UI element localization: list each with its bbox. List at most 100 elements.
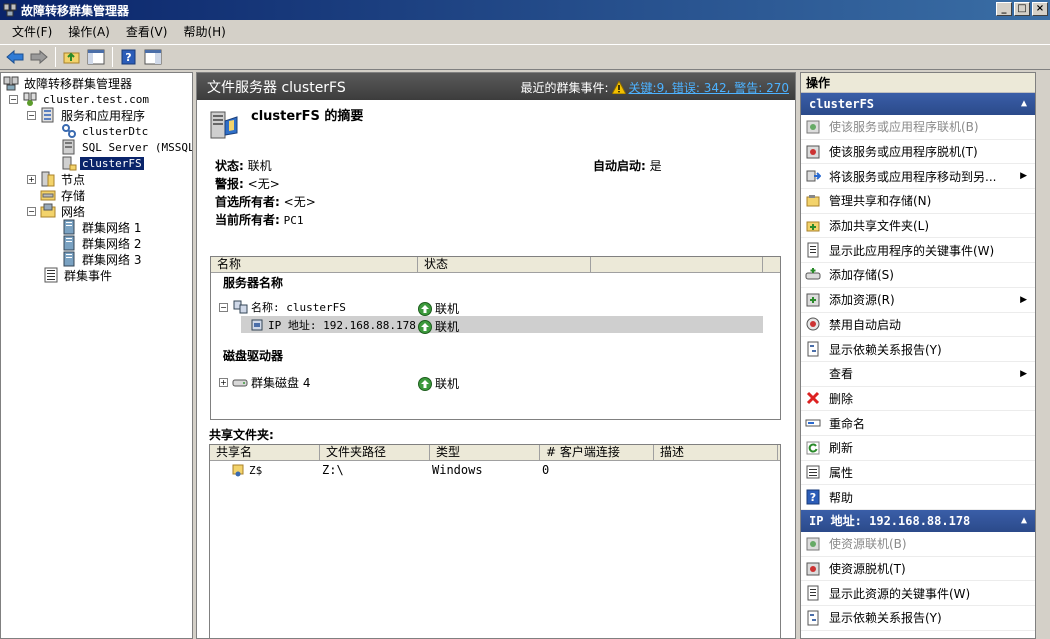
view-icon [805,366,821,382]
show-action-pane-button[interactable] [142,46,164,68]
collapse-toggle[interactable]: − [27,110,36,120]
resource-row-ip[interactable]: IP 地址: 192.168.88.178 [249,317,416,333]
recent-events-link[interactable]: 关键:9, 错误: 342, 警告: 270 [629,79,789,96]
ip-action-item[interactable]: 显示依赖关系报告(Y) [801,606,1035,631]
tree-item-networks[interactable]: − 网络 [27,203,87,219]
menu-view[interactable]: 查看(V) [118,22,176,42]
clusterfs-action-item[interactable]: 属性 [801,461,1035,486]
col-client-connections[interactable]: # 客户端连接 [540,445,654,460]
share-row[interactable]: Z$ [230,462,262,478]
tree-item-net2[interactable]: 群集网络 2 [61,235,143,251]
critical-events-icon [807,585,819,601]
status-field: 状态: 联机 [215,157,272,174]
details-title: 文件服务器 clusterFS [207,79,346,96]
network-icon [63,235,75,251]
clusterfs-action-item[interactable]: 禁用自动启动 [801,313,1035,338]
clusterfs-action-item[interactable]: 重命名 [801,411,1035,436]
tree-item-clusterfs[interactable]: clusterFS [61,155,144,171]
maximize-button[interactable]: □ [1014,2,1030,16]
action-label: 使资源脱机(T) [829,562,906,577]
window-title: 故障转移群集管理器 [21,3,130,18]
collapse-toggle[interactable]: − [9,94,18,104]
vertical-scrollbar[interactable] [1037,72,1050,639]
minimize-button[interactable]: _ [996,2,1012,16]
actions-section-ip[interactable]: IP 地址: 192.168.88.178 ▲ [801,510,1035,532]
action-label: 添加存储(S) [829,268,894,283]
col-type[interactable]: 类型 [430,445,540,460]
close-button[interactable]: × [1032,2,1048,16]
preferred-owner-label: 首选所有者: [215,195,280,209]
action-label: 添加资源(R) [829,293,895,308]
action-label: 禁用自动启动 [829,317,902,332]
ip-action-item[interactable]: 显示此资源的关键事件(W) [801,581,1035,607]
tree-item-services[interactable]: − 服务和应用程序 [27,107,147,123]
help-icon: ? [806,489,820,505]
back-button[interactable] [4,46,26,68]
tree-item-dtc[interactable]: clusterDtc [61,123,150,139]
actions-list-ip: 使资源联机(B) 使资源脱机(T) 显示此资源的关键事件(W) 显示依赖关系报告(Y) [801,532,1035,631]
clusterfs-action-item[interactable]: 添加资源(R) ▶ [801,288,1035,313]
clusterfs-action-item[interactable]: 查看 ▶ [801,362,1035,387]
file-server-icon [210,111,238,139]
clusterfs-action-item[interactable]: 使该服务或应用程序脱机(T) [801,140,1035,165]
tree-item-sql[interactable]: SQL Server (MSSQLS [61,139,192,155]
collapse-toggle[interactable]: − [27,206,36,216]
clusterfs-action-item[interactable]: 添加存储(S) [801,263,1035,288]
col-status[interactable]: 状态 [418,257,591,272]
forward-button[interactable] [28,46,50,68]
clusterfs-action-item[interactable]: 管理共享和存储(N) [801,189,1035,214]
clusterfs-action-item[interactable]: 刷新 [801,436,1035,461]
clusterfs-action-item[interactable]: 添加共享文件夹(L) [801,214,1035,239]
svg-text:?: ? [125,51,131,64]
collapse-up-icon[interactable]: ▲ [1021,93,1027,115]
console-tree-icon [87,49,105,65]
help-button[interactable]: ? [118,46,140,68]
critical-events-icon [807,242,819,258]
up-folder-button[interactable] [61,46,83,68]
tree-item-cluster[interactable]: − cluster.test.com [9,91,151,107]
clusterfs-action-item[interactable]: ? 帮助 [801,485,1035,510]
clusterfs-action-item[interactable]: 删除 [801,387,1035,412]
show-hide-tree-button[interactable] [85,46,107,68]
col-description[interactable]: 描述 [654,445,778,460]
ip-action-item[interactable]: 使资源联机(B) [801,532,1035,557]
menu-file[interactable]: 文件(F) [4,22,60,42]
tree-item-events[interactable]: 群集事件 [43,267,114,283]
collapse-toggle[interactable]: − [219,302,228,312]
menu-help[interactable]: 帮助(H) [175,22,233,42]
tree-item-net3[interactable]: 群集网络 3 [61,251,143,267]
tree-item-net1[interactable]: 群集网络 1 [61,219,143,235]
action-label: 使该服务或应用程序脱机(T) [829,145,978,160]
resource-row-name[interactable]: − 名称: clusterFS [219,299,346,315]
action-label: 显示此应用程序的关键事件(W) [829,243,995,258]
ip-action-item[interactable]: 使资源脱机(T) [801,557,1035,582]
delete-icon [806,392,820,405]
col-name[interactable]: 名称 [211,257,418,272]
clusterfs-action-item[interactable]: 显示此应用程序的关键事件(W) [801,238,1035,264]
menu-action[interactable]: 操作(A) [60,22,118,42]
resource-row-disk[interactable]: + 群集磁盘 4 [219,374,310,391]
online-arrow-icon [418,376,432,391]
resource-disk-status: 联机 [418,375,459,392]
resource-disk-status-text: 联机 [435,377,460,391]
clusterfs-action-item[interactable]: 显示依赖关系报告(Y) [801,337,1035,362]
action-label: 管理共享和存储(N) [829,194,932,209]
clusterfs-action-item[interactable]: 将该服务或应用程序移动到另... ▶ [801,164,1035,190]
tree-item-storage[interactable]: 存储 [40,187,87,203]
recent-events: 最近的群集事件: 关键:9, 错误: 342, 警告: 270 [520,79,789,96]
alert-field: 警报: <无> [215,175,280,192]
expand-toggle[interactable]: + [219,378,228,387]
clusterfs-action-item[interactable]: 使该服务或应用程序联机(B) [801,115,1035,140]
properties-icon [806,465,820,479]
col-folder-path[interactable]: 文件夹路径 [320,445,430,460]
resource-name-status-text: 联机 [435,302,460,316]
expand-toggle[interactable]: + [27,174,36,184]
actions-section-clusterfs[interactable]: clusterFS ▲ [801,93,1035,115]
collapse-up-icon[interactable]: ▲ [1021,510,1027,532]
tree-item-root[interactable]: 故障转移群集管理器 [3,75,134,91]
action-label: 重命名 [829,416,866,431]
tree-item-nodes[interactable]: + 节点 [27,171,87,187]
file-server-icon [62,156,77,171]
summary-title: clusterFS 的摘要 [251,109,364,124]
col-share-name[interactable]: 共享名 [210,445,320,460]
